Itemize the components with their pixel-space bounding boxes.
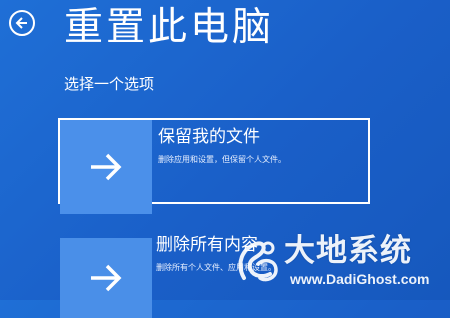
option-description: 删除应用和设置，但保留个人文件。 [158, 155, 286, 164]
page-title: 重置此电脑 [64, 5, 275, 50]
option-tile [60, 120, 152, 214]
watermark-logo-icon [238, 241, 278, 282]
arrow-right-icon [91, 153, 122, 181]
option-keep-my-files[interactable]: 保留我的文件 删除应用和设置，但保留个人文件。 [58, 118, 370, 214]
back-button[interactable] [9, 10, 35, 36]
watermark: 大地系统 www.DadiGhost.com [232, 232, 440, 292]
page-subtitle: 选择一个选项 [64, 75, 155, 93]
option-title: 保留我的文件 [158, 127, 260, 147]
watermark-name: 大地系统 [284, 233, 412, 269]
back-arrow-icon [15, 17, 27, 29]
option-tile [60, 238, 152, 318]
watermark-url: www.DadiGhost.com [290, 271, 430, 287]
arrow-right-icon [91, 264, 122, 292]
